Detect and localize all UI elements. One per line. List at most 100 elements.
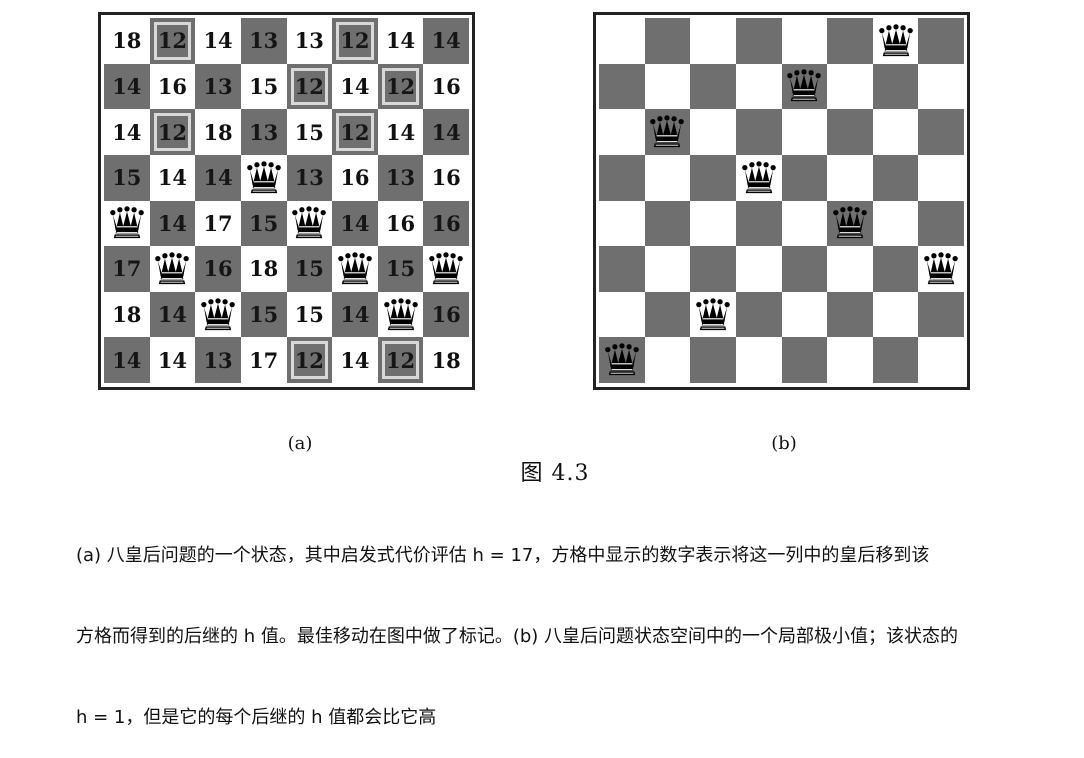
board-a-value: 14 — [157, 347, 188, 373]
board-a-value: 14 — [340, 302, 370, 328]
board-a-cell: 14 — [149, 200, 196, 247]
board-a-value: 16 — [431, 302, 461, 328]
board-a-cell: 13 — [195, 63, 241, 110]
board-a-cell: 17 — [104, 246, 150, 292]
board-a: 18 12 14 13 13 12 14 14 14 16 13 15 12 14 12 16 14 12 18 13… — [98, 12, 475, 390]
board-b-cell — [690, 200, 736, 247]
board-b-cell — [918, 246, 964, 292]
board-a-cell: 16 — [423, 154, 469, 201]
board-b-cell — [827, 63, 873, 110]
board-b-cell — [690, 337, 736, 383]
board-b-cell — [918, 63, 964, 110]
board-a-cell — [423, 246, 469, 292]
board-a-value: 17 — [112, 256, 142, 282]
board-a-value: 15 — [385, 256, 416, 282]
board-a-cell — [286, 200, 333, 247]
board-a-cell: 12 — [377, 337, 424, 383]
board-a-cell: 14 — [104, 109, 150, 155]
board-a-cell: 16 — [423, 291, 469, 338]
board-b-cell — [599, 18, 645, 64]
queen-icon — [694, 297, 732, 332]
board-b-cell — [690, 291, 736, 338]
board-a-value: 14 — [112, 73, 142, 99]
queen-icon — [427, 252, 465, 286]
board-b-cell — [918, 154, 964, 201]
queen-icon — [382, 297, 420, 332]
board-a-cell: 14 — [149, 337, 196, 383]
board-a-cell: 14 — [377, 109, 424, 155]
board-a-value: 15 — [249, 210, 279, 236]
board-a-cell: 16 — [377, 200, 424, 247]
board-b-cell — [827, 200, 873, 247]
board-a-value: 16 — [157, 73, 188, 99]
board-a-cell: 16 — [195, 246, 241, 292]
board-b-cell — [918, 109, 964, 155]
board-b-cell — [599, 246, 645, 292]
board-b-cell — [918, 200, 964, 247]
board-a-value: 12 — [157, 119, 188, 145]
board-b-cell — [599, 337, 645, 383]
board-a-value: 15 — [294, 119, 324, 145]
board-a-value: 13 — [294, 28, 324, 54]
board-a-cell: 13 — [286, 154, 333, 201]
board-b-cell — [644, 246, 691, 292]
board-a-value: 17 — [203, 210, 233, 236]
board-a-value: 17 — [249, 347, 279, 373]
board-b-cell — [599, 63, 645, 110]
board-b-cell — [827, 291, 873, 338]
board-a-value: 12 — [294, 73, 324, 99]
board-b-cell — [827, 246, 873, 292]
board-a-cell — [377, 291, 424, 338]
board-a-value: 13 — [294, 165, 324, 191]
board-a-cell: 16 — [332, 154, 378, 201]
board-a-cell: 15 — [286, 246, 333, 292]
board-a-value: 12 — [340, 28, 370, 54]
board-a-cell: 16 — [423, 200, 469, 247]
board-a-cell: 14 — [332, 63, 378, 110]
board-a-cell: 14 — [332, 291, 378, 338]
board-b-cell — [781, 200, 828, 247]
board-a-cell: 15 — [240, 63, 287, 110]
board-b-grid — [599, 18, 964, 383]
board-a-value: 18 — [112, 302, 142, 328]
queen-icon — [290, 206, 328, 240]
board-a-value: 18 — [431, 347, 461, 373]
board-a-value: 12 — [385, 73, 416, 99]
board-a-value: 15 — [249, 302, 279, 328]
board-b-cell — [644, 337, 691, 383]
board-a-value: 14 — [340, 210, 370, 236]
board-a-cell: 18 — [423, 337, 469, 383]
board-b-cell — [872, 337, 919, 383]
board-a-cell: 12 — [286, 63, 333, 110]
board-b-cell — [872, 200, 919, 247]
board-a-cell: 14 — [332, 337, 378, 383]
queen-icon — [648, 115, 686, 149]
queen-icon — [199, 297, 237, 332]
board-a-value: 14 — [203, 165, 233, 191]
board-a-cell: 15 — [377, 246, 424, 292]
board-b-cell — [918, 291, 964, 338]
caption-line-3: h = 1，但是它的每个后继的 h 值都会比它高 — [76, 707, 437, 728]
board-a-value: 13 — [249, 119, 279, 145]
board-b-cell — [735, 109, 782, 155]
board-a-cell: 14 — [377, 18, 424, 64]
board-b-cell — [735, 337, 782, 383]
board-b-cell — [599, 200, 645, 247]
board-a-value: 12 — [385, 347, 416, 373]
board-a-cell: 15 — [240, 200, 287, 247]
board-a-value: 14 — [157, 165, 188, 191]
board-a-value: 16 — [340, 165, 370, 191]
board-a-value: 15 — [294, 256, 324, 282]
board-a-value: 13 — [203, 347, 233, 373]
queen-icon — [740, 160, 778, 195]
board-a-cell: 18 — [195, 109, 241, 155]
board-a-value: 14 — [112, 119, 142, 145]
board-b-cell — [644, 18, 691, 64]
board-b-cell — [781, 154, 828, 201]
board-a-cell: 15 — [286, 109, 333, 155]
board-a-value: 15 — [112, 165, 142, 191]
board-a-cell: 18 — [104, 18, 150, 64]
board-b-cell — [599, 291, 645, 338]
board-a-value: 14 — [203, 28, 233, 54]
board-b-cell — [827, 337, 873, 383]
